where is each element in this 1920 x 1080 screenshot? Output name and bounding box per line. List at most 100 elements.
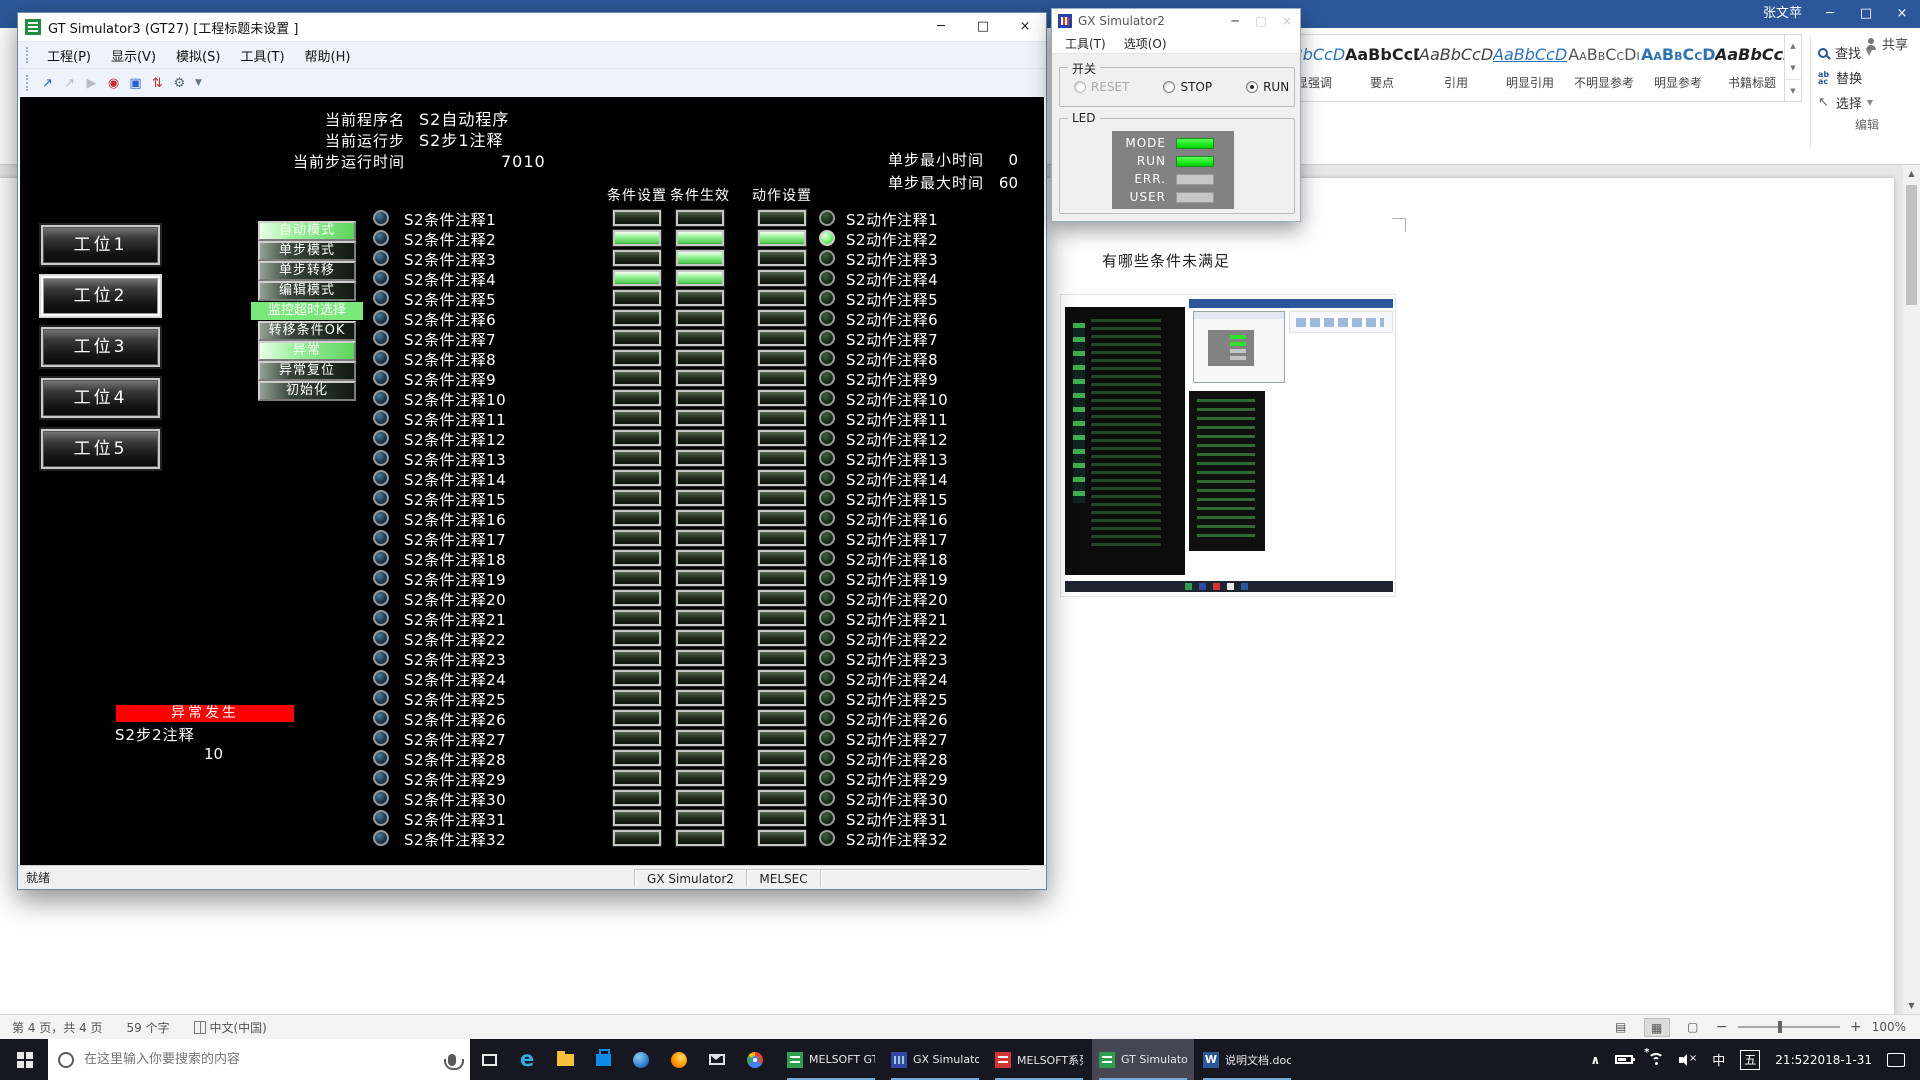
word-minimize-button[interactable]: ─ [1812,0,1848,28]
taskbar-window-button[interactable]: 说明文档.docx - ... [1196,1039,1298,1080]
style-item[interactable]: AaBbCcDi不明显参考 [1567,38,1641,98]
firefox-icon[interactable] [660,1039,698,1080]
word-maximize-button[interactable]: □ [1848,0,1884,28]
led-group: LED MODERUNERR.USER [1059,118,1295,214]
mode-button[interactable]: 异常复位 [258,361,356,381]
zoom-slider[interactable] [1738,1026,1840,1028]
style-item[interactable]: AaBbCcDi明显参考 [1641,38,1715,98]
device-monitor-icon[interactable]: ▣ [125,73,146,94]
wifi-icon[interactable]: * [1648,1053,1664,1066]
mode-button[interactable]: 监控超时选择 [251,302,363,320]
taskbar-window-button[interactable]: MELSOFT系列 GX... [988,1039,1090,1080]
page-count[interactable]: 第 4 页，共 4 页 [12,1019,103,1036]
station-button[interactable]: 工位1 [41,225,160,265]
simulate-start-icon[interactable]: ▶ [81,73,102,94]
mail-icon[interactable] [698,1039,736,1080]
task-view-icon[interactable] [470,1039,508,1080]
document-scrollbar[interactable]: ▲ ▼ [1903,165,1920,1014]
gt-menu-item[interactable]: 模拟(S) [166,43,230,68]
zoom-slider-handle[interactable] [1778,1021,1782,1033]
gx-minimize-button[interactable]: ─ [1222,14,1248,28]
style-item[interactable]: AaBbCcD.明显引用 [1493,38,1567,98]
style-gallery-scroll[interactable]: ▲ ▼ ▼ [1785,34,1802,102]
battery-icon[interactable] [1615,1055,1633,1064]
gt-close-button[interactable]: × [1004,13,1046,41]
mode-button[interactable]: 转移条件OK [258,321,356,341]
action-center-icon[interactable] [1887,1053,1905,1067]
language-status[interactable]: 中文(中国) [194,1019,267,1036]
radio-stop[interactable]: STOP [1163,80,1212,94]
find-button[interactable]: 查找 ▼ [1818,40,1916,65]
gx-maximize-button[interactable]: □ [1248,14,1274,28]
gt-menu-item[interactable]: 显示(V) [101,43,166,68]
gt-menu-item[interactable]: 帮助(H) [295,43,361,68]
mode-button[interactable]: 编辑模式 [258,281,356,301]
mode-button[interactable]: 异常 [258,341,356,361]
gallery-up-icon[interactable]: ▲ [1785,35,1801,57]
gt-menu-item[interactable]: 工具(T) [230,43,294,68]
gx-close-button[interactable]: × [1274,14,1300,28]
gt-maximize-button[interactable]: □ [962,13,1004,41]
style-item[interactable]: AaBbCcD要点 [1345,38,1419,98]
zoom-in-button[interactable]: + [1850,1019,1862,1035]
station-button[interactable]: 工位2 [41,276,160,316]
word-count[interactable]: 59 个字 [127,1019,170,1036]
file-explorer-icon[interactable] [546,1039,584,1080]
select-button[interactable]: ↖ 选择 ▼ [1818,90,1916,115]
option-setting-icon[interactable]: ⚙ [169,73,190,94]
rw-device-icon[interactable]: ⇅ [147,73,168,94]
gx-titlebar[interactable]: GX Simulator2 ─ □ × [1052,9,1300,33]
read-mode-button[interactable]: ▤ [1608,1018,1634,1037]
word-user-name[interactable]: 张文苹 [1763,0,1802,28]
edge-icon[interactable]: e [508,1039,546,1080]
gallery-more-icon[interactable]: ▼ [1785,79,1801,102]
taskbar-search[interactable] [48,1039,470,1080]
taskbar-window-button[interactable]: GX Simulator2 [884,1039,986,1080]
replace-button[interactable]: abac 替换 [1818,65,1916,90]
resize-grip[interactable] [1030,866,1046,889]
tray-expand-icon[interactable]: ∧ [1591,1053,1601,1067]
print-layout-button[interactable]: ▦ [1644,1018,1670,1037]
microphone-icon[interactable] [448,1054,456,1066]
zoom-out-button[interactable]: − [1716,1019,1728,1035]
toolbar-overflow-icon[interactable]: ▼ [195,78,202,88]
gallery-down-icon[interactable]: ▼ [1785,57,1801,79]
style-item[interactable]: AaBbCcD引用 [1419,38,1493,98]
gx-menu-item[interactable]: 工具(T) [1056,35,1115,52]
zoom-level[interactable]: 100% [1872,1020,1906,1034]
ime-language-indicator[interactable]: 中 [1712,1050,1725,1069]
station-button[interactable]: 工位3 [41,327,160,367]
gt-menu-item[interactable]: 工程(P) [37,43,101,68]
volume-muted-icon[interactable]: × [1679,1054,1697,1066]
embedded-screenshot[interactable] [1060,294,1396,597]
project-open-icon[interactable]: ↗ [37,73,58,94]
project-open-disabled-icon[interactable]: ↗ [59,73,80,94]
mode-button[interactable]: 单步模式 [258,241,356,261]
station-button[interactable]: 工位4 [41,378,160,418]
clock[interactable]: 21:522018-1-31 [1775,1053,1872,1067]
browser-icon[interactable] [622,1039,660,1080]
scroll-up-icon[interactable]: ▲ [1903,165,1920,182]
radio-reset[interactable]: RESET [1074,80,1129,94]
scrollbar-thumb[interactable] [1906,185,1917,305]
mode-button[interactable]: 初始化 [258,381,356,401]
start-button[interactable] [0,1039,48,1080]
search-input[interactable] [84,1052,448,1067]
gt-titlebar[interactable]: GT Simulator3 (GT27) [工程标题未设置 ] ─ □ × [18,13,1046,41]
style-item[interactable]: AaBbCcD书籍标题 [1715,38,1785,98]
store-icon[interactable] [584,1039,622,1080]
scroll-down-icon[interactable]: ▼ [1903,997,1920,1014]
word-close-button[interactable]: × [1884,0,1920,28]
radio-run[interactable]: RUN [1246,80,1289,94]
taskbar-window-button[interactable]: GT Simulator3 (G... [1092,1039,1194,1080]
chrome-icon[interactable] [736,1039,774,1080]
mode-button[interactable]: 自动模式 [258,221,356,241]
mode-button[interactable]: 单步转移 [258,261,356,281]
gt-minimize-button[interactable]: ─ [920,13,962,41]
ime-mode-indicator[interactable]: 五 [1740,1050,1760,1070]
web-layout-button[interactable]: ▢ [1680,1018,1706,1037]
gx-menu-item[interactable]: 选项(O) [1115,35,1176,52]
simulate-stop-icon[interactable]: ◉ [103,73,124,94]
taskbar-window-button[interactable]: MELSOFT GT Des... [780,1039,882,1080]
station-button[interactable]: 工位5 [41,429,160,469]
